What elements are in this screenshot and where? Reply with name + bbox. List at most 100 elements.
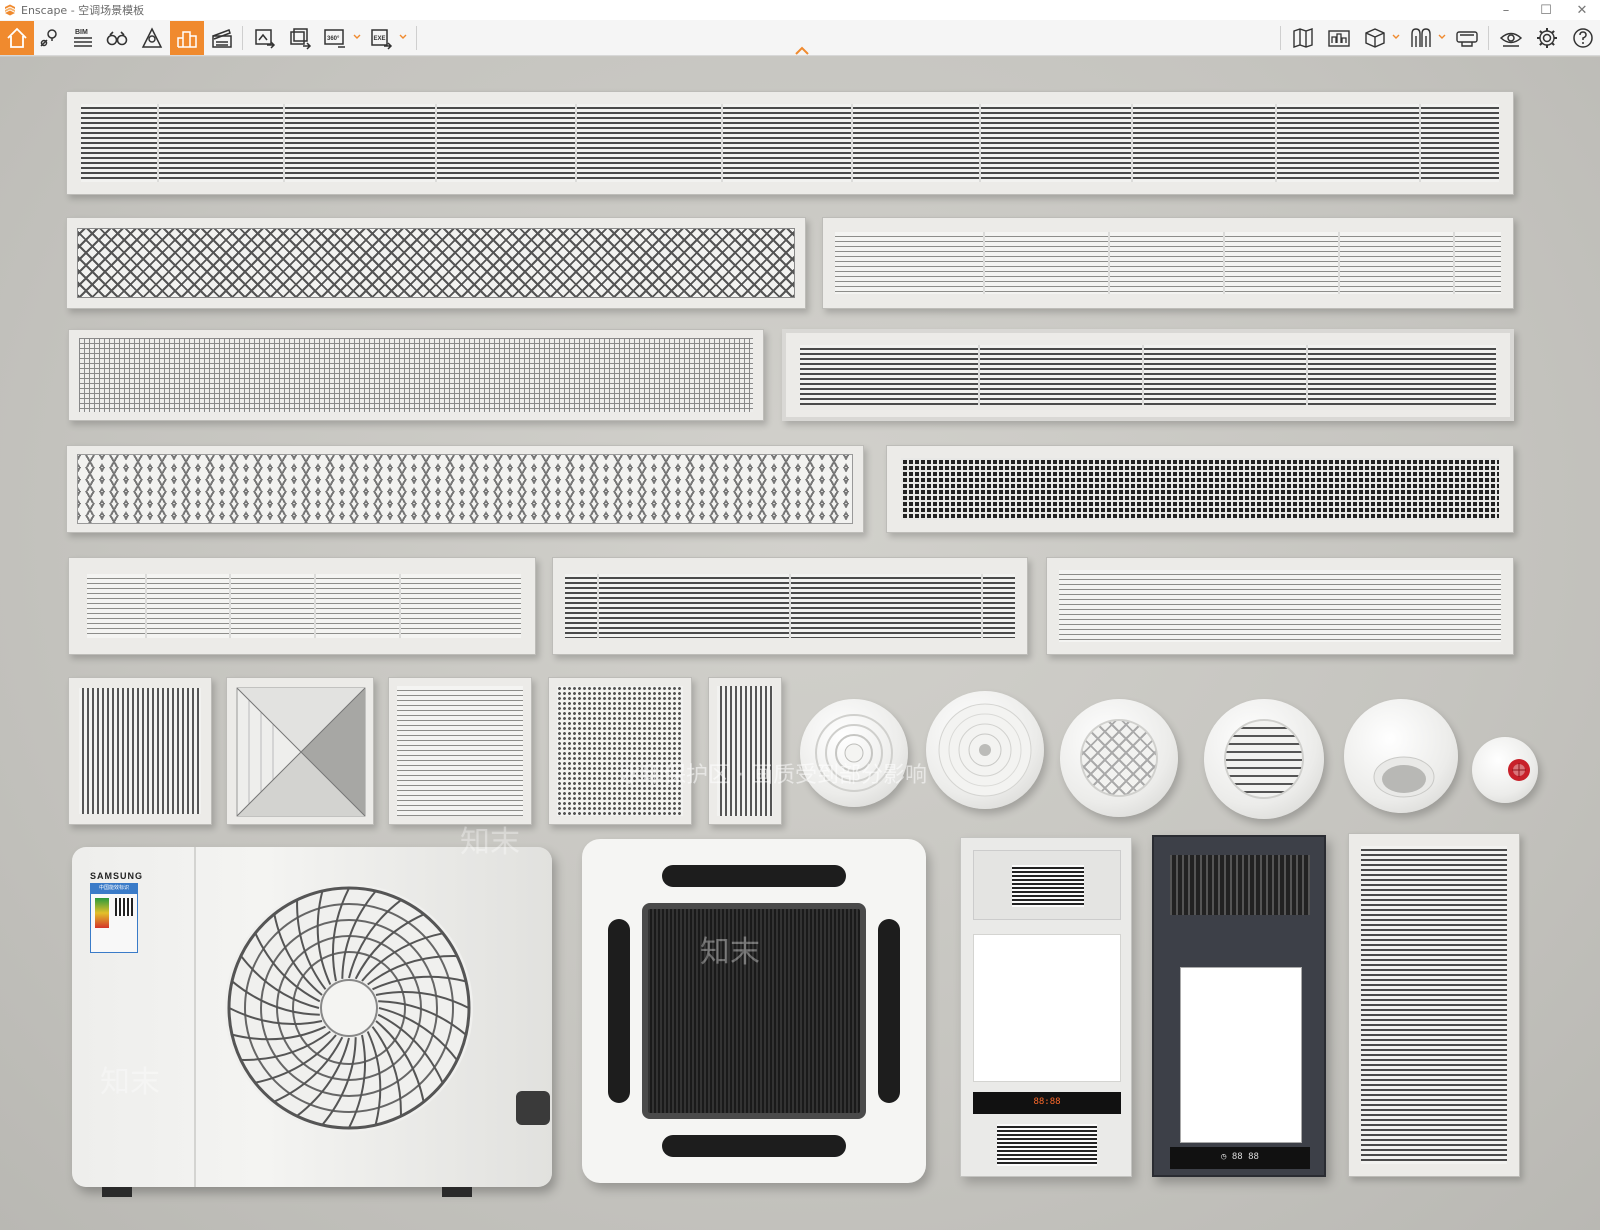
square-diffuser bbox=[226, 677, 374, 825]
main-toolbar: BIM 360° EXE bbox=[0, 20, 1600, 56]
chevron-down-icon bbox=[353, 34, 361, 39]
bath-heater-white: 88:88 bbox=[960, 837, 1132, 1177]
cube-dropdown-caret[interactable] bbox=[1391, 32, 1401, 42]
minimize-button[interactable]: – bbox=[1486, 0, 1526, 20]
square-diffuser-drawing bbox=[236, 687, 366, 817]
grille-slats bbox=[800, 345, 1496, 405]
square-vent-fine-mesh bbox=[388, 677, 532, 825]
eye-icon bbox=[1499, 32, 1523, 47]
close-button[interactable]: ✕ bbox=[1562, 0, 1600, 20]
site-context-button[interactable] bbox=[1322, 21, 1356, 55]
panorama-dropdown-caret[interactable] bbox=[352, 32, 362, 42]
fan-guard bbox=[225, 884, 473, 1132]
outdoor-ac-unit: SAMSUNG 中国能效标识 bbox=[72, 847, 552, 1197]
cube-icon bbox=[1365, 28, 1385, 48]
panel-display: ◷ 88 88 bbox=[1221, 1152, 1259, 1162]
enscape-logo-icon bbox=[4, 4, 16, 16]
render-viewport[interactable]: SAMSUNG 中国能效标识 88:88 ◷ 88 88 水印保护区 · 画质受… bbox=[0, 57, 1600, 1230]
exe-label: EXE bbox=[374, 36, 386, 42]
clapperboard-icon bbox=[212, 29, 232, 48]
linear-grille-short-c bbox=[1046, 557, 1514, 655]
linear-grille-light bbox=[822, 217, 1514, 309]
round-diffuser-rings bbox=[800, 699, 908, 807]
diamond-pattern bbox=[77, 228, 795, 298]
toolbar-separator bbox=[1280, 26, 1281, 50]
gear-icon bbox=[1537, 28, 1557, 48]
bath-heater-display: 88:88 bbox=[1033, 1097, 1061, 1107]
chevron-down-icon bbox=[1392, 34, 1400, 39]
exhaust-grille bbox=[1012, 865, 1084, 907]
map-icon bbox=[1293, 28, 1313, 48]
exe-export-button[interactable]: EXE bbox=[364, 21, 398, 55]
collapse-toolbar-button[interactable] bbox=[794, 41, 810, 55]
narrow-vent-vertical-slats bbox=[708, 677, 782, 825]
diamond-perforated-grille bbox=[66, 217, 806, 309]
bim-label: BIM bbox=[75, 29, 88, 36]
cassette-intake-grille bbox=[642, 903, 866, 1119]
square-vent-perforated bbox=[548, 677, 692, 825]
image-export-icon bbox=[255, 29, 276, 49]
round-louvers bbox=[1224, 719, 1304, 799]
grille-slats bbox=[1059, 570, 1501, 642]
bim-info-button[interactable]: BIM bbox=[66, 21, 100, 55]
material-editor-button[interactable] bbox=[170, 21, 204, 55]
help-button[interactable] bbox=[1566, 21, 1600, 55]
basket-weave-grille bbox=[886, 445, 1514, 533]
egg-crate-grille bbox=[68, 329, 764, 421]
service-valve bbox=[516, 1091, 550, 1125]
energy-label: 中国能效标识 bbox=[90, 883, 138, 953]
title-separator: - bbox=[67, 4, 79, 17]
asset-library-button[interactable] bbox=[135, 21, 169, 55]
linear-grille-short-b bbox=[552, 557, 1028, 655]
basket-weave-pattern bbox=[901, 458, 1499, 520]
vertical-slats bbox=[79, 688, 201, 814]
binoculars-icon bbox=[106, 31, 128, 46]
panorama-label: 360° bbox=[327, 36, 340, 42]
map-button[interactable] bbox=[1286, 21, 1320, 55]
buildings-icon bbox=[177, 31, 197, 48]
eyeball-nozzle-diffuser bbox=[1344, 699, 1458, 813]
walk-mode-button[interactable] bbox=[100, 21, 134, 55]
vr-headset-button[interactable] bbox=[1450, 21, 1484, 55]
chevron-up-icon bbox=[795, 46, 809, 55]
exe-dropdown-caret[interactable] bbox=[398, 32, 408, 42]
square-vent-vertical-slats bbox=[68, 677, 212, 825]
app-name: Enscape bbox=[21, 4, 68, 17]
chevron-down-icon bbox=[1438, 34, 1446, 39]
maximize-button[interactable]: ☐ bbox=[1526, 0, 1566, 20]
smoke-detector-drawing bbox=[1508, 759, 1530, 781]
dark-exhaust-grille bbox=[1170, 855, 1310, 915]
vertical-slats bbox=[717, 686, 773, 816]
screenshot-button[interactable] bbox=[248, 21, 282, 55]
panorama-360-icon: 360° bbox=[324, 29, 345, 48]
asset-library-icon bbox=[141, 27, 163, 48]
project-name: 空调场景模板 bbox=[78, 4, 145, 17]
panorama-button[interactable]: 360° bbox=[318, 21, 352, 55]
settings-button[interactable] bbox=[1530, 21, 1564, 55]
toolbar-separator bbox=[1488, 26, 1489, 50]
qr-code-icon bbox=[115, 898, 133, 916]
smoke-detector bbox=[1472, 737, 1538, 803]
collaborative-button[interactable] bbox=[1404, 21, 1438, 55]
lattice-pattern bbox=[1080, 719, 1158, 797]
vent-grille-bottom bbox=[997, 1124, 1097, 1166]
title-bar: Enscape - 空调场景模板 – ☐ ✕ bbox=[0, 0, 1600, 20]
cassette-louver-bottom bbox=[662, 1135, 846, 1157]
grille-slats bbox=[87, 574, 521, 638]
window-title: Enscape - 空调场景模板 bbox=[21, 2, 144, 18]
collaborative-dropdown-caret[interactable] bbox=[1437, 32, 1447, 42]
chevron-perforated-grille bbox=[66, 445, 864, 533]
toolbar-separator bbox=[416, 26, 417, 50]
dark-light-panel bbox=[1180, 967, 1302, 1143]
linear-grille-long bbox=[66, 91, 1514, 195]
tall-return-grille bbox=[1348, 833, 1520, 1177]
home-button[interactable] bbox=[0, 21, 34, 55]
video-editor-button[interactable] bbox=[205, 21, 239, 55]
batch-render-icon bbox=[290, 28, 312, 50]
views-button[interactable] bbox=[32, 21, 66, 55]
batch-render-button[interactable] bbox=[283, 21, 317, 55]
help-icon bbox=[1573, 28, 1593, 48]
cube-button[interactable] bbox=[1358, 21, 1392, 55]
visibility-button[interactable] bbox=[1494, 21, 1528, 55]
toolbar-separator bbox=[242, 26, 243, 50]
